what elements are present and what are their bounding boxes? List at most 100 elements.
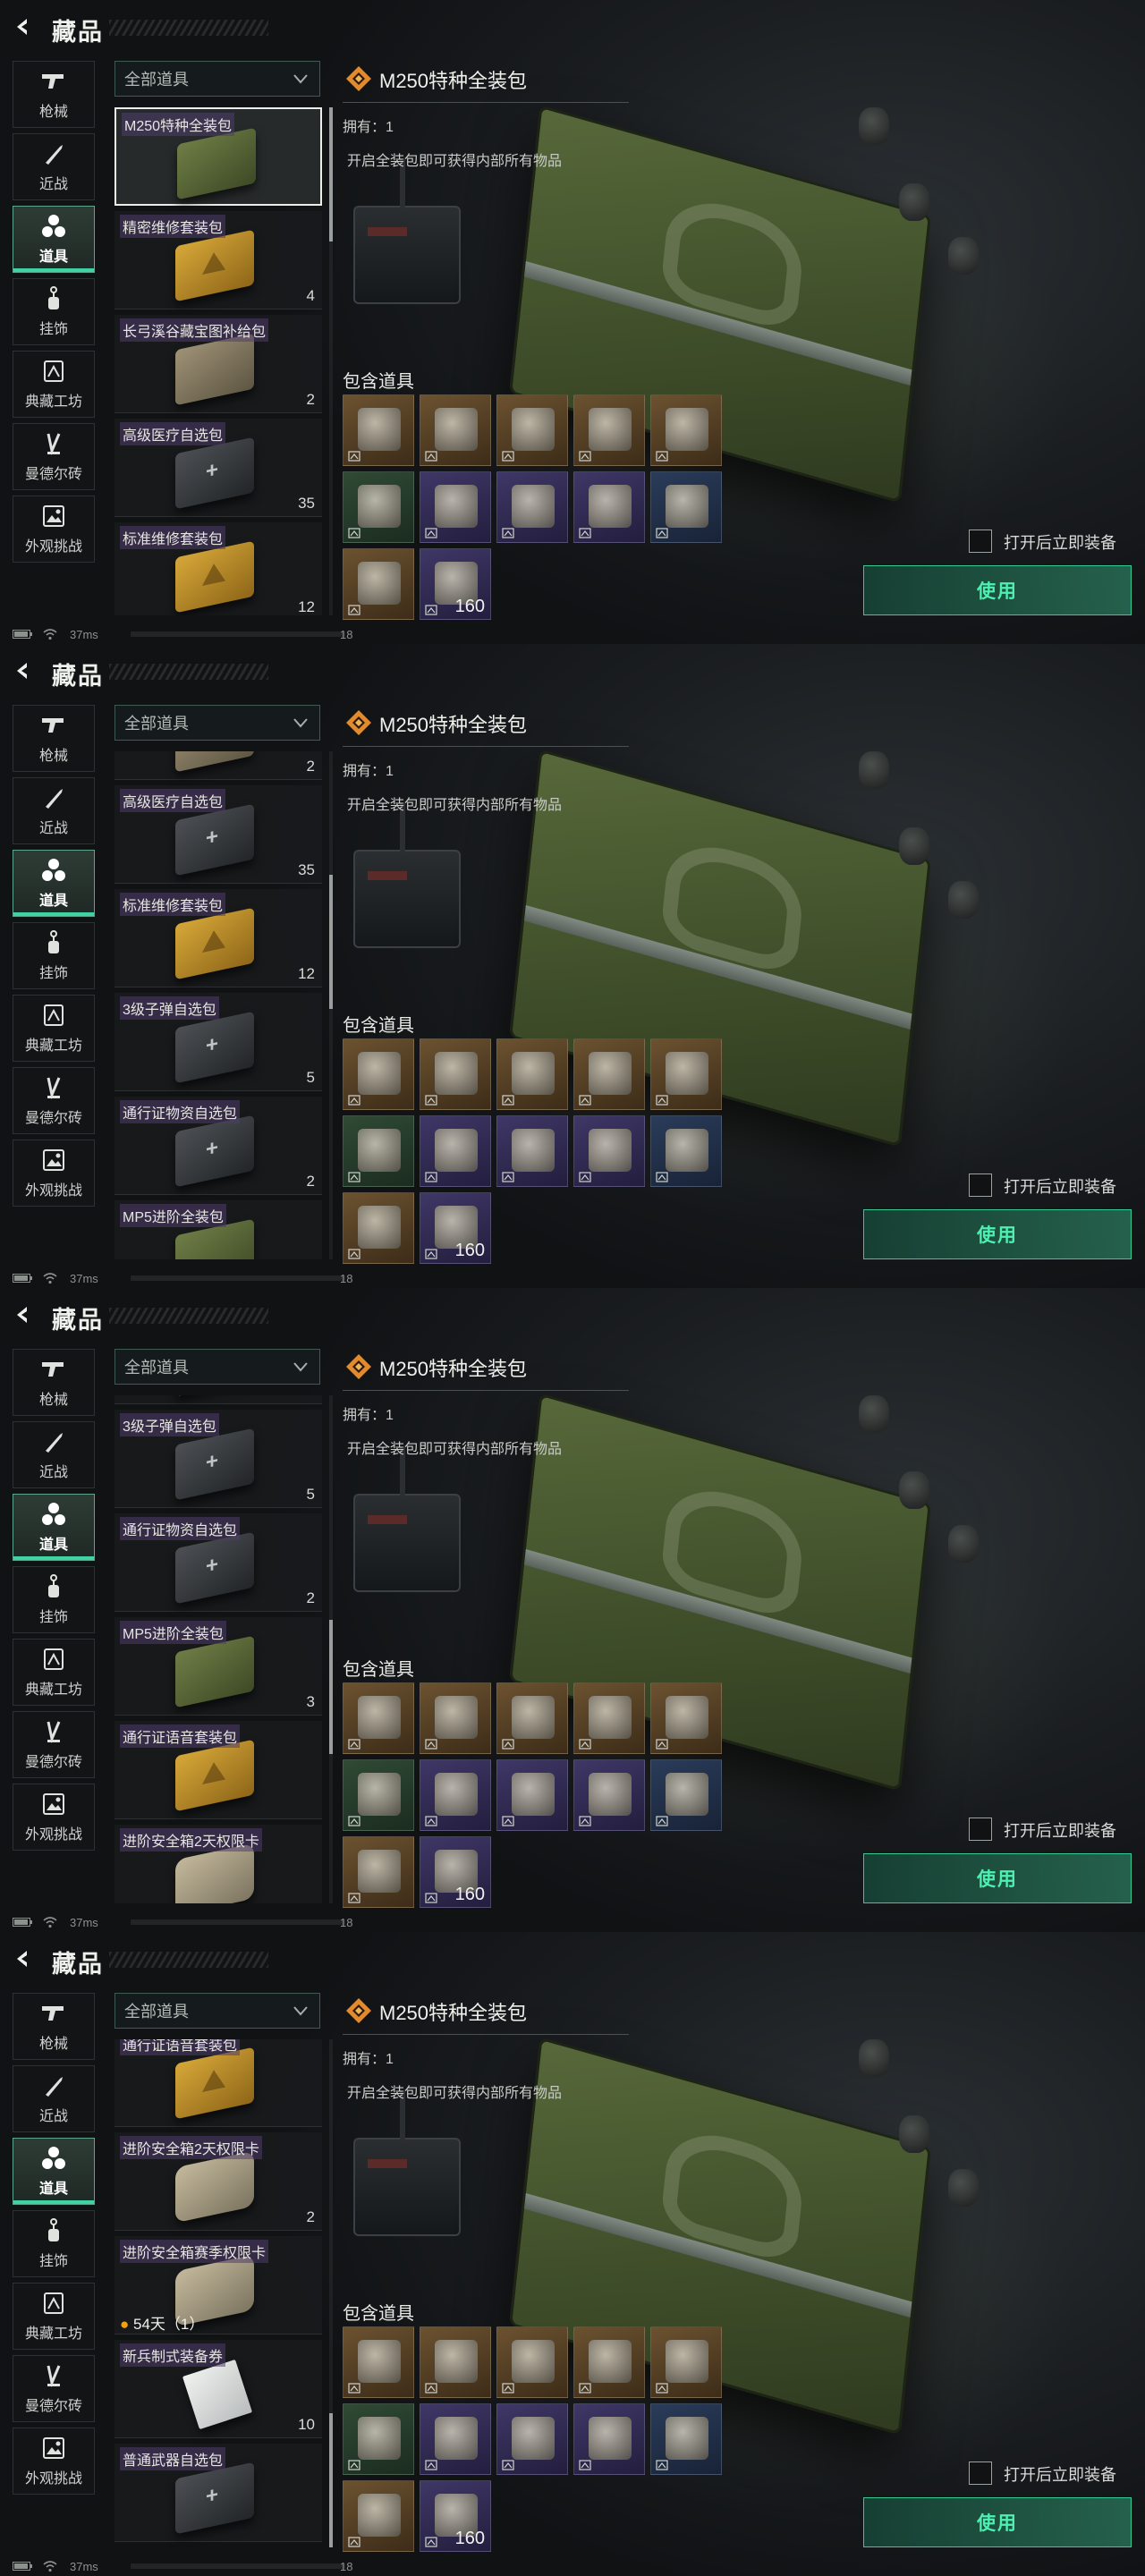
nav-item-mandel-brick[interactable]: 曼德尔砖	[13, 1067, 95, 1134]
content-item[interactable]	[650, 1759, 722, 1831]
nav-item-workshop[interactable]: 典藏工坊	[13, 351, 95, 418]
list-item[interactable]: 进阶安全箱2天权限卡 2	[114, 1825, 322, 1903]
list-item[interactable]: 进阶安全箱2天权限卡 2	[114, 2132, 322, 2231]
content-item[interactable]	[420, 2403, 491, 2475]
nav-item-items[interactable]: 道具	[13, 2138, 95, 2205]
content-item[interactable]	[496, 394, 568, 466]
list-item[interactable]: 通行证物资自选包 2	[114, 1513, 322, 1612]
content-item[interactable]: 160	[420, 2480, 491, 2552]
equip-after-open-checkbox[interactable]	[969, 2462, 992, 2485]
content-item[interactable]: 160	[420, 1836, 491, 1908]
content-item[interactable]	[343, 394, 414, 466]
list-item[interactable]: 3级子弹自选包 5	[114, 993, 322, 1091]
equip-after-open-checkbox[interactable]	[969, 1818, 992, 1841]
nav-item-workshop[interactable]: 典藏工坊	[13, 1639, 95, 1706]
content-item[interactable]	[420, 1038, 491, 1110]
nav-item-charm[interactable]: 挂饰	[13, 278, 95, 345]
item-list-scrollbar[interactable]	[329, 1395, 333, 1903]
content-item[interactable]	[343, 548, 414, 620]
content-item[interactable]	[650, 1682, 722, 1754]
content-item[interactable]	[573, 1682, 645, 1754]
nav-item-appearance-challenge[interactable]: 外观挑战	[13, 1140, 95, 1207]
nav-item-mandel-brick[interactable]: 曼德尔砖	[13, 1711, 95, 1778]
item-list-scrollbar[interactable]	[329, 751, 333, 1259]
content-item[interactable]	[650, 1115, 722, 1187]
content-item[interactable]	[650, 2326, 722, 2398]
list-item[interactable]: 高级医疗自选包 35	[114, 785, 322, 884]
use-button[interactable]: 使用	[863, 1853, 1132, 1903]
list-item[interactable]: 普通武器自选包	[114, 2444, 322, 2542]
nav-item-items[interactable]: 道具	[13, 1494, 95, 1561]
nav-item-charm[interactable]: 挂饰	[13, 2210, 95, 2277]
list-item[interactable]: 标准维修套装包12	[114, 1395, 322, 1404]
nav-item-knife[interactable]: 近战	[13, 777, 95, 844]
content-item[interactable]	[420, 2326, 491, 2398]
content-item[interactable]	[496, 1759, 568, 1831]
content-item[interactable]	[496, 1115, 568, 1187]
item-list[interactable]: M250特种全装包精密维修套装包4长弓溪谷藏宝图补给包2高级医疗自选包35标准维…	[114, 1395, 322, 1903]
content-item[interactable]	[573, 1759, 645, 1831]
list-item[interactable]: MP5进阶全装包3	[114, 1200, 322, 1259]
nav-item-appearance-challenge[interactable]: 外观挑战	[13, 1784, 95, 1851]
nav-item-knife[interactable]: 近战	[13, 2065, 95, 2132]
content-item[interactable]	[420, 1682, 491, 1754]
item-list-scrollbar[interactable]	[329, 2039, 333, 2547]
scrollbar-thumb[interactable]	[329, 2413, 333, 2547]
content-item[interactable]	[420, 1759, 491, 1831]
content-item[interactable]	[343, 2326, 414, 2398]
use-button[interactable]: 使用	[863, 1209, 1132, 1259]
nav-item-items[interactable]: 道具	[13, 850, 95, 917]
scrollbar-thumb[interactable]	[329, 107, 333, 242]
content-item[interactable]	[573, 1038, 645, 1110]
content-item[interactable]	[343, 1115, 414, 1187]
scrollbar-thumb[interactable]	[329, 875, 333, 1009]
back-arrow-icon[interactable]	[13, 660, 34, 682]
item-list-scrollbar[interactable]	[329, 107, 333, 615]
content-item[interactable]	[496, 1682, 568, 1754]
content-item[interactable]	[573, 1115, 645, 1187]
item-list[interactable]: M250特种全装包精密维修套装包4长弓溪谷藏宝图补给包2高级医疗自选包35标准维…	[114, 751, 322, 1259]
content-item[interactable]: 160	[420, 1192, 491, 1264]
nav-item-appearance-challenge[interactable]: 外观挑战	[13, 2428, 95, 2495]
list-item[interactable]: 3级子弹自选包 5	[114, 1410, 322, 1508]
list-item[interactable]: 精密维修套装包 4	[114, 211, 322, 309]
nav-item-gun[interactable]: 枪械	[13, 705, 95, 772]
content-item[interactable]	[343, 1038, 414, 1110]
item-filter-dropdown[interactable]: 全部道具	[114, 61, 320, 97]
content-item[interactable]	[496, 2326, 568, 2398]
content-item[interactable]	[496, 1038, 568, 1110]
list-item[interactable]: 进阶安全箱赛季权限卡 ● 54天（1）	[114, 2236, 322, 2334]
nav-item-appearance-challenge[interactable]: 外观挑战	[13, 496, 95, 563]
content-item[interactable]	[573, 2403, 645, 2475]
content-item[interactable]	[650, 471, 722, 543]
content-item[interactable]	[420, 394, 491, 466]
back-arrow-icon[interactable]	[13, 1304, 34, 1326]
list-item[interactable]: 通行证语音套装包	[114, 1721, 322, 1819]
content-item[interactable]	[343, 1759, 414, 1831]
content-item[interactable]	[496, 471, 568, 543]
list-item[interactable]: 标准维修套装包12	[114, 522, 322, 615]
nav-item-gun[interactable]: 枪械	[13, 1349, 95, 1416]
content-item[interactable]	[343, 1836, 414, 1908]
content-item[interactable]	[573, 2326, 645, 2398]
nav-item-gun[interactable]: 枪械	[13, 1993, 95, 2060]
content-item[interactable]	[343, 1682, 414, 1754]
list-item[interactable]: 新兵制式装备券 10	[114, 2340, 322, 2438]
content-item[interactable]	[420, 471, 491, 543]
list-item[interactable]: 通行证语音套装包	[114, 2039, 322, 2127]
nav-item-mandel-brick[interactable]: 曼德尔砖	[13, 2355, 95, 2422]
item-filter-dropdown[interactable]: 全部道具	[114, 1993, 320, 2029]
nav-item-workshop[interactable]: 典藏工坊	[13, 2283, 95, 2350]
content-item[interactable]	[573, 471, 645, 543]
content-item[interactable]	[420, 1115, 491, 1187]
back-arrow-icon[interactable]	[13, 16, 34, 38]
nav-item-charm[interactable]: 挂饰	[13, 922, 95, 989]
list-item[interactable]: MP5进阶全装包3	[114, 1617, 322, 1716]
back-arrow-icon[interactable]	[13, 1948, 34, 1970]
list-item[interactable]: 长弓溪谷藏宝图补给包2	[114, 315, 322, 413]
use-button[interactable]: 使用	[863, 2497, 1132, 2547]
nav-item-workshop[interactable]: 典藏工坊	[13, 995, 95, 1062]
list-item[interactable]: 长弓溪谷藏宝图补给包2	[114, 751, 322, 780]
nav-item-knife[interactable]: 近战	[13, 1421, 95, 1488]
item-list[interactable]: M250特种全装包精密维修套装包4长弓溪谷藏宝图补给包2高级医疗自选包35标准维…	[114, 107, 322, 615]
